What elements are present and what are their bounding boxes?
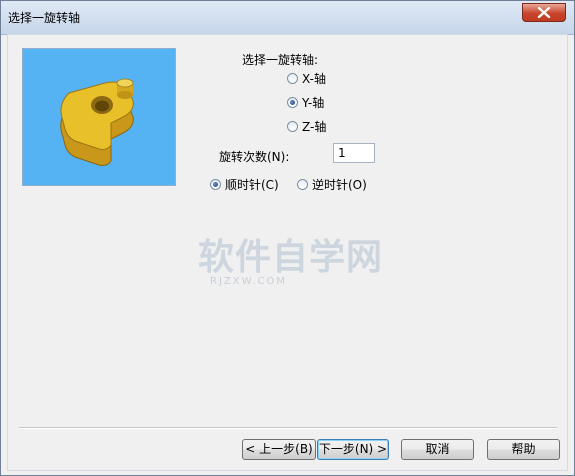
rotation-count-label: 旋转次数(N): (219, 150, 290, 164)
close-button[interactable] (522, 3, 566, 22)
radio-z-axis[interactable] (287, 121, 298, 132)
radio-clockwise-label[interactable]: 顺时针(C) (225, 176, 279, 193)
radio-counterclockwise-label[interactable]: 逆时针(O) (312, 176, 367, 193)
preview-image (22, 48, 176, 186)
radio-counterclockwise[interactable] (297, 179, 308, 190)
close-icon (537, 7, 551, 18)
wizard-page: 选择一旋转轴: X-轴 Y-轴 Z-轴 旋转次数(N): 顺时针(C) 逆时针(… (7, 34, 568, 471)
radio-clockwise[interactable] (210, 179, 221, 190)
axis-heading: 选择一旋转轴: (242, 53, 319, 67)
radio-x-axis[interactable] (287, 73, 298, 84)
help-button[interactable]: 帮助 (487, 439, 560, 460)
window-title: 选择一旋转轴 (8, 11, 81, 25)
wizard-dialog: 选择一旋转轴 选择一旋转轴: X-轴 Y-轴 Z-轴 旋转次数(N): 1 顺时… (0, 0, 575, 476)
rotation-count-input[interactable] (333, 143, 375, 163)
radio-y-axis[interactable] (287, 97, 298, 108)
cam-part-image (60, 78, 134, 166)
radio-x-axis-label[interactable]: X-轴 (302, 70, 326, 87)
radio-z-axis-label[interactable]: Z-轴 (302, 118, 326, 135)
back-button[interactable]: < 上一步(B) (242, 439, 316, 460)
next-button[interactable]: 下一步(N) > (317, 439, 389, 460)
watermark: 软件自学网 RJZXW.COM (198, 237, 384, 288)
footer-separator (19, 427, 557, 429)
radio-y-axis-label[interactable]: Y-轴 (302, 94, 324, 111)
watermark-main: 软件自学网 (198, 237, 384, 278)
title-bar: 选择一旋转轴 (1, 1, 574, 35)
cancel-button[interactable]: 取消 (401, 439, 474, 460)
